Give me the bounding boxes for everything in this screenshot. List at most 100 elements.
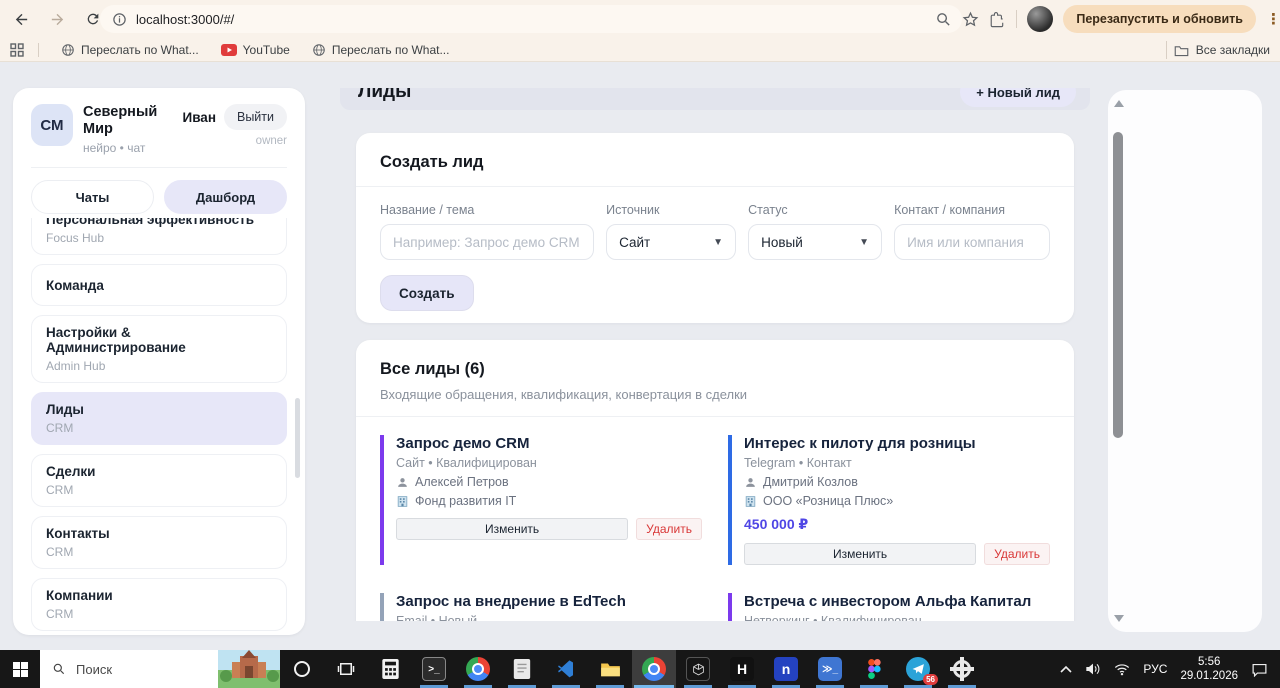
taskbar-telegram-icon[interactable]: 56 [896, 650, 940, 688]
tab-chats[interactable]: Чаты [31, 180, 154, 215]
person-icon [398, 477, 407, 487]
page-header: Лиды + Новый лид [340, 88, 1090, 110]
tray-expand-icon[interactable] [1060, 665, 1072, 673]
taskbar-notepad-icon[interactable] [500, 650, 544, 688]
building-icon [397, 495, 408, 507]
folder-icon [1174, 45, 1189, 56]
lead-card-3: Запрос на внедрение в EdTech Email • Нов… [380, 593, 702, 621]
logout-button[interactable]: Выйти [223, 104, 287, 130]
taskbar-explorer-icon[interactable] [588, 650, 632, 688]
taskbar-powershell-icon[interactable]: ≫_ [808, 650, 852, 688]
apps-grid-icon[interactable] [10, 42, 24, 57]
gear-icon [950, 657, 974, 681]
right-panel [1108, 90, 1262, 632]
notifications-icon[interactable] [1251, 662, 1268, 677]
taskbar-calculator-icon[interactable] [368, 650, 412, 688]
scroll-down-icon[interactable] [1114, 615, 1124, 622]
building-icon [745, 495, 756, 507]
app-page: СМ Северный Мир нейро • чат Иван Выйти o… [0, 62, 1280, 650]
taskbar-vscode-icon[interactable] [544, 650, 588, 688]
tray-clock[interactable]: 5:56 29.01.2026 [1180, 655, 1238, 684]
source-label: Источник [606, 203, 660, 217]
bookmark-whatsapp-1[interactable]: Переслать по What... [61, 43, 199, 57]
lead-name-input[interactable] [380, 224, 595, 260]
search-placeholder: Поиск [76, 661, 113, 677]
chevron-down-icon: ▼ [859, 236, 870, 248]
tab-dashboard[interactable]: Дашборд [164, 180, 287, 215]
sidebar-item-team[interactable]: Команда [31, 264, 287, 306]
workspace-avatar: СМ [31, 104, 73, 146]
zoom-icon[interactable] [935, 11, 952, 28]
user-name: Иван [182, 109, 216, 125]
main-scrollbar-thumb[interactable] [1113, 132, 1123, 438]
all-bookmarks-button[interactable]: Все закладки [1165, 38, 1270, 62]
bookmark-youtube[interactable]: YouTube [220, 43, 290, 57]
browser-menu-icon[interactable]: ⋮ [1266, 12, 1280, 27]
all-leads-subtitle: Входящие обращения, квалификация, конвер… [380, 387, 748, 402]
sidebar-item-deals[interactable]: Сделки CRM [31, 454, 287, 507]
lead-card-1: Запрос демо CRM Сайт • Квалифицирован Ал… [380, 435, 702, 565]
taskbar-notion-icon[interactable]: n [764, 650, 808, 688]
scroll-up-icon[interactable] [1114, 100, 1124, 107]
status-select[interactable]: Новый ▼ [748, 224, 883, 260]
volume-icon[interactable] [1085, 662, 1101, 676]
taskbar-figma-icon[interactable] [852, 650, 896, 688]
browser-toolbar: localhost:3000/#/ Перезапустить и обнови… [0, 0, 1280, 38]
lead-contact-input[interactable] [894, 224, 1050, 260]
taskbar-settings-icon[interactable] [940, 650, 984, 688]
restart-update-button[interactable]: Перезапустить и обновить [1063, 5, 1256, 33]
taskbar-chrome-icon[interactable] [456, 650, 500, 688]
start-button[interactable] [0, 650, 40, 688]
youtube-icon [220, 43, 237, 56]
search-highlight-image[interactable] [218, 650, 280, 688]
sidebar-item-settings-admin[interactable]: Настройки & Администрирование Admin Hub [31, 315, 287, 383]
sidebar-item-companies[interactable]: Компании CRM [31, 578, 287, 631]
bookmarks-divider [38, 42, 39, 57]
taskbar-h-app-icon[interactable]: H [720, 650, 764, 688]
sidebar: СМ Северный Мир нейро • чат Иван Выйти o… [13, 88, 305, 635]
taskbar-3d-app-icon[interactable] [676, 650, 720, 688]
sidebar-scrollbar[interactable] [295, 398, 300, 478]
taskbar-chrome-active-icon[interactable] [632, 650, 676, 688]
taskbar-taskview-icon[interactable] [324, 650, 368, 688]
lead-card-4: Встреча с инвестором Альфа Капитал Нетво… [728, 593, 1050, 621]
extensions-icon[interactable] [989, 11, 1006, 28]
bookmark-star-icon[interactable] [962, 11, 979, 28]
create-lead-title: Создать лид [380, 153, 484, 171]
all-leads-card: Все лиды (6) Входящие обращения, квалифи… [356, 340, 1074, 621]
bookmarks-bar: Переслать по What... YouTube Переслать п… [0, 38, 1280, 62]
name-label: Название / тема [380, 203, 475, 217]
edit-lead-button[interactable]: Изменить [744, 543, 977, 565]
profile-avatar[interactable] [1027, 6, 1054, 32]
page-title: Лиды [358, 88, 412, 102]
create-lead-submit-button[interactable]: Создать [380, 275, 474, 311]
edit-lead-button[interactable]: Изменить [396, 518, 629, 540]
site-info-icon[interactable] [112, 12, 127, 27]
telegram-badge: 56 [923, 674, 938, 685]
user-role: owner [255, 135, 287, 147]
back-icon[interactable] [6, 4, 36, 34]
workspace-name: Северный Мир [83, 104, 158, 138]
globe-icon [313, 43, 325, 56]
lead-card-2: Интерес к пилоту для розницы Telegram • … [728, 435, 1050, 565]
globe-icon [62, 43, 74, 56]
address-bar[interactable]: localhost:3000/#/ [100, 5, 962, 33]
sidebar-item-contacts[interactable]: Контакты CRM [31, 516, 287, 569]
delete-lead-button[interactable]: Удалить [636, 518, 702, 540]
windows-logo-icon [12, 661, 28, 677]
sidebar-item-personal-effectiveness[interactable]: Персональная эффективность Focus Hub [31, 218, 287, 255]
bookmark-whatsapp-2[interactable]: Переслать по What... [312, 43, 449, 57]
language-indicator[interactable]: РУС [1143, 662, 1167, 676]
new-lead-button[interactable]: + Новый лид [960, 88, 1076, 107]
contact-label: Контакт / компания [894, 203, 1006, 217]
delete-lead-button[interactable]: Удалить [984, 543, 1050, 565]
source-select[interactable]: Сайт ▼ [606, 224, 737, 260]
taskbar-cortana-icon[interactable] [280, 650, 324, 688]
taskbar-terminal-icon[interactable]: >_ [412, 650, 456, 688]
forward-icon[interactable] [42, 4, 72, 34]
sidebar-item-leads[interactable]: Лиды CRM [31, 392, 287, 445]
windows-taskbar: Поиск >_ H n ≫_ 56 РУС 5:56 29.01.2026 [0, 650, 1280, 688]
taskbar-search[interactable]: Поиск [40, 650, 280, 688]
create-lead-card: Создать лид Название / тема Источник Сай… [356, 133, 1074, 323]
wifi-icon[interactable] [1114, 663, 1130, 676]
